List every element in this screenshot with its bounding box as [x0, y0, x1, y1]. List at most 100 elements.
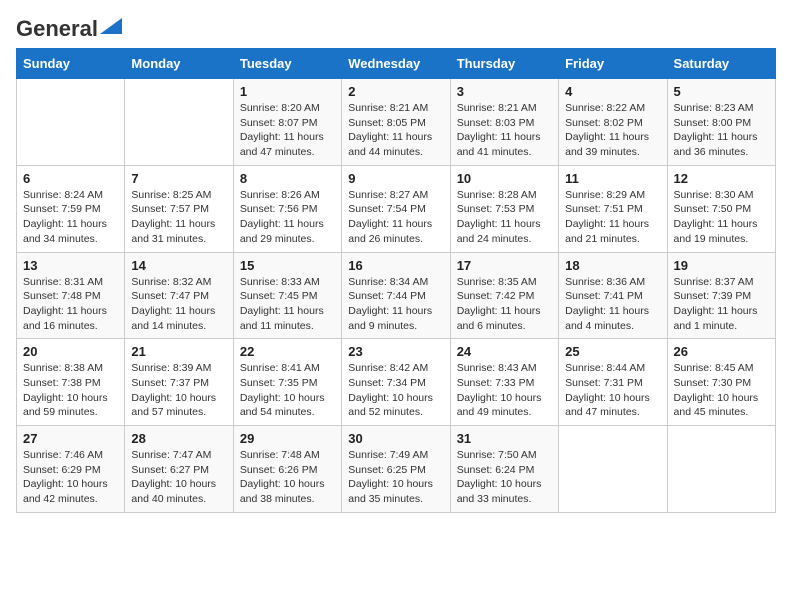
- day-number: 11: [565, 171, 660, 186]
- weekday-header-thursday: Thursday: [450, 49, 558, 79]
- weekday-header-monday: Monday: [125, 49, 233, 79]
- cell-info: Sunrise: 8:42 AMSunset: 7:34 PMDaylight:…: [348, 361, 443, 420]
- day-number: 7: [131, 171, 226, 186]
- calendar-cell: 30 Sunrise: 7:49 AMSunset: 6:25 PMDayligh…: [342, 426, 450, 513]
- calendar-cell: 28 Sunrise: 7:47 AMSunset: 6:27 PMDayligh…: [125, 426, 233, 513]
- calendar-cell: 3 Sunrise: 8:21 AMSunset: 8:03 PMDaylight…: [450, 79, 558, 166]
- calendar-cell: 29 Sunrise: 7:48 AMSunset: 6:26 PMDayligh…: [233, 426, 341, 513]
- weekday-header-row: SundayMondayTuesdayWednesdayThursdayFrid…: [17, 49, 776, 79]
- calendar-cell: 1 Sunrise: 8:20 AMSunset: 8:07 PMDaylight…: [233, 79, 341, 166]
- calendar-table: SundayMondayTuesdayWednesdayThursdayFrid…: [16, 48, 776, 513]
- cell-info: Sunrise: 8:22 AMSunset: 8:02 PMDaylight:…: [565, 101, 660, 160]
- calendar-cell: 14 Sunrise: 8:32 AMSunset: 7:47 PMDayligh…: [125, 252, 233, 339]
- weekday-header-tuesday: Tuesday: [233, 49, 341, 79]
- cell-info: Sunrise: 8:43 AMSunset: 7:33 PMDaylight:…: [457, 361, 552, 420]
- calendar-cell: 2 Sunrise: 8:21 AMSunset: 8:05 PMDaylight…: [342, 79, 450, 166]
- calendar-cell: [667, 426, 775, 513]
- cell-info: Sunrise: 7:46 AMSunset: 6:29 PMDaylight:…: [23, 448, 118, 507]
- header: General: [16, 16, 776, 38]
- cell-info: Sunrise: 8:23 AMSunset: 8:00 PMDaylight:…: [674, 101, 769, 160]
- day-number: 2: [348, 84, 443, 99]
- calendar-cell: 13 Sunrise: 8:31 AMSunset: 7:48 PMDayligh…: [17, 252, 125, 339]
- cell-info: Sunrise: 8:30 AMSunset: 7:50 PMDaylight:…: [674, 188, 769, 247]
- weekday-header-friday: Friday: [559, 49, 667, 79]
- calendar-cell: 19 Sunrise: 8:37 AMSunset: 7:39 PMDayligh…: [667, 252, 775, 339]
- calendar-cell: 10 Sunrise: 8:28 AMSunset: 7:53 PMDayligh…: [450, 165, 558, 252]
- calendar-week-row: 13 Sunrise: 8:31 AMSunset: 7:48 PMDayligh…: [17, 252, 776, 339]
- day-number: 28: [131, 431, 226, 446]
- calendar-body: 1 Sunrise: 8:20 AMSunset: 8:07 PMDaylight…: [17, 79, 776, 513]
- day-number: 20: [23, 344, 118, 359]
- logo: General: [16, 16, 122, 38]
- cell-info: Sunrise: 7:49 AMSunset: 6:25 PMDaylight:…: [348, 448, 443, 507]
- day-number: 9: [348, 171, 443, 186]
- cell-info: Sunrise: 8:20 AMSunset: 8:07 PMDaylight:…: [240, 101, 335, 160]
- calendar-week-row: 1 Sunrise: 8:20 AMSunset: 8:07 PMDaylight…: [17, 79, 776, 166]
- cell-info: Sunrise: 8:33 AMSunset: 7:45 PMDaylight:…: [240, 275, 335, 334]
- calendar-cell: 4 Sunrise: 8:22 AMSunset: 8:02 PMDaylight…: [559, 79, 667, 166]
- cell-info: Sunrise: 8:44 AMSunset: 7:31 PMDaylight:…: [565, 361, 660, 420]
- calendar-cell: 27 Sunrise: 7:46 AMSunset: 6:29 PMDayligh…: [17, 426, 125, 513]
- calendar-cell: 20Sunrise: 8:38 AMSunset: 7:38 PMDayligh…: [17, 339, 125, 426]
- cell-info: Sunrise: 8:21 AMSunset: 8:03 PMDaylight:…: [457, 101, 552, 160]
- calendar-cell: 26 Sunrise: 8:45 AMSunset: 7:30 PMDayligh…: [667, 339, 775, 426]
- cell-info: Sunrise: 8:28 AMSunset: 7:53 PMDaylight:…: [457, 188, 552, 247]
- cell-info: Sunrise: 8:25 AMSunset: 7:57 PMDaylight:…: [131, 188, 226, 247]
- day-number: 19: [674, 258, 769, 273]
- calendar-cell: 31Sunrise: 7:50 AMSunset: 6:24 PMDayligh…: [450, 426, 558, 513]
- cell-info: Sunrise: 8:37 AMSunset: 7:39 PMDaylight:…: [674, 275, 769, 334]
- calendar-cell: 22Sunrise: 8:41 AMSunset: 7:35 PMDayligh…: [233, 339, 341, 426]
- day-number: 18: [565, 258, 660, 273]
- cell-info: Sunrise: 8:45 AMSunset: 7:30 PMDaylight:…: [674, 361, 769, 420]
- day-number: 1: [240, 84, 335, 99]
- cell-info: Sunrise: 8:35 AMSunset: 7:42 PMDaylight:…: [457, 275, 552, 334]
- cell-info: Sunrise: 7:50 AMSunset: 6:24 PMDaylight:…: [457, 448, 552, 507]
- calendar-cell: [125, 79, 233, 166]
- cell-info: Sunrise: 8:31 AMSunset: 7:48 PMDaylight:…: [23, 275, 118, 334]
- day-number: 29: [240, 431, 335, 446]
- calendar-cell: 5Sunrise: 8:23 AMSunset: 8:00 PMDaylight…: [667, 79, 775, 166]
- day-number: 13: [23, 258, 118, 273]
- calendar-cell: 8Sunrise: 8:26 AMSunset: 7:56 PMDaylight…: [233, 165, 341, 252]
- calendar-cell: 23 Sunrise: 8:42 AMSunset: 7:34 PMDayligh…: [342, 339, 450, 426]
- cell-info: Sunrise: 8:24 AMSunset: 7:59 PMDaylight:…: [23, 188, 118, 247]
- cell-info: Sunrise: 7:48 AMSunset: 6:26 PMDaylight:…: [240, 448, 335, 507]
- cell-info: Sunrise: 8:21 AMSunset: 8:05 PMDaylight:…: [348, 101, 443, 160]
- calendar-cell: 11Sunrise: 8:29 AMSunset: 7:51 PMDayligh…: [559, 165, 667, 252]
- day-number: 27: [23, 431, 118, 446]
- cell-info: Sunrise: 8:34 AMSunset: 7:44 PMDaylight:…: [348, 275, 443, 334]
- day-number: 10: [457, 171, 552, 186]
- calendar-cell: 21 Sunrise: 8:39 AMSunset: 7:37 PMDayligh…: [125, 339, 233, 426]
- weekday-header-saturday: Saturday: [667, 49, 775, 79]
- calendar-cell: 17 Sunrise: 8:35 AMSunset: 7:42 PMDayligh…: [450, 252, 558, 339]
- calendar-cell: 25Sunrise: 8:44 AMSunset: 7:31 PMDayligh…: [559, 339, 667, 426]
- day-number: 6: [23, 171, 118, 186]
- calendar-cell: 16 Sunrise: 8:34 AMSunset: 7:44 PMDayligh…: [342, 252, 450, 339]
- weekday-header-wednesday: Wednesday: [342, 49, 450, 79]
- cell-info: Sunrise: 7:47 AMSunset: 6:27 PMDaylight:…: [131, 448, 226, 507]
- calendar-cell: [17, 79, 125, 166]
- day-number: 16: [348, 258, 443, 273]
- day-number: 4: [565, 84, 660, 99]
- calendar-cell: 24Sunrise: 8:43 AMSunset: 7:33 PMDayligh…: [450, 339, 558, 426]
- day-number: 3: [457, 84, 552, 99]
- day-number: 30: [348, 431, 443, 446]
- day-number: 17: [457, 258, 552, 273]
- calendar-cell: 7 Sunrise: 8:25 AMSunset: 7:57 PMDaylight…: [125, 165, 233, 252]
- calendar-week-row: 6 Sunrise: 8:24 AMSunset: 7:59 PMDaylight…: [17, 165, 776, 252]
- cell-info: Sunrise: 8:36 AMSunset: 7:41 PMDaylight:…: [565, 275, 660, 334]
- calendar-cell: 9 Sunrise: 8:27 AMSunset: 7:54 PMDaylight…: [342, 165, 450, 252]
- calendar-week-row: 20Sunrise: 8:38 AMSunset: 7:38 PMDayligh…: [17, 339, 776, 426]
- day-number: 23: [348, 344, 443, 359]
- cell-info: Sunrise: 8:39 AMSunset: 7:37 PMDaylight:…: [131, 361, 226, 420]
- weekday-header-sunday: Sunday: [17, 49, 125, 79]
- day-number: 26: [674, 344, 769, 359]
- logo-icon: [100, 18, 122, 34]
- calendar-cell: 6 Sunrise: 8:24 AMSunset: 7:59 PMDaylight…: [17, 165, 125, 252]
- day-number: 22: [240, 344, 335, 359]
- day-number: 21: [131, 344, 226, 359]
- day-number: 14: [131, 258, 226, 273]
- cell-info: Sunrise: 8:32 AMSunset: 7:47 PMDaylight:…: [131, 275, 226, 334]
- cell-info: Sunrise: 8:27 AMSunset: 7:54 PMDaylight:…: [348, 188, 443, 247]
- calendar-week-row: 27 Sunrise: 7:46 AMSunset: 6:29 PMDayligh…: [17, 426, 776, 513]
